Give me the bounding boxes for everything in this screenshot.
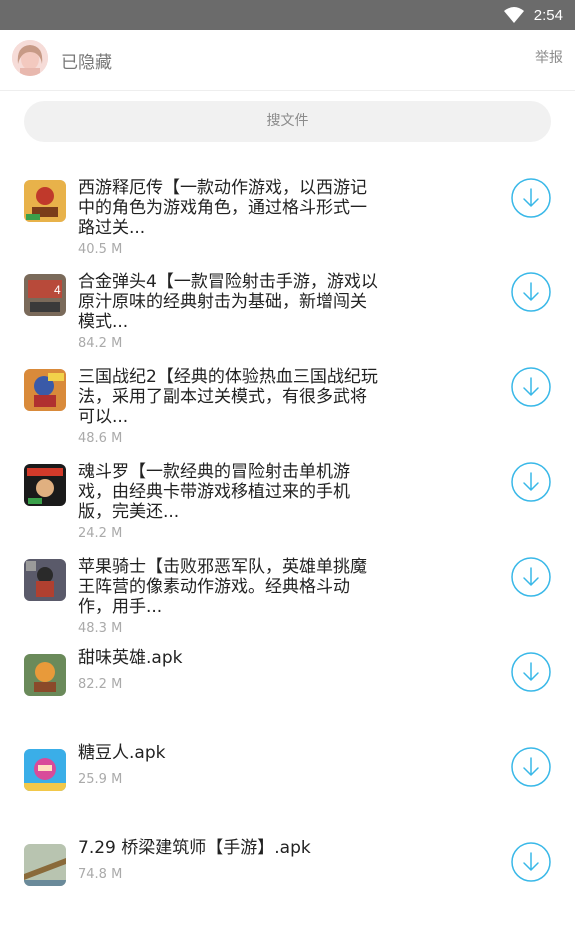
status-time: 2:54	[533, 6, 563, 24]
download-icon	[511, 652, 551, 692]
list-item[interactable]: 苹果骑士【击败邪恶军队，英雄单挑魔王阵营的像素动作游戏。经典格斗动作，用手...…	[0, 557, 575, 649]
download-icon	[511, 462, 551, 502]
download-button[interactable]	[511, 178, 551, 218]
file-title: 合金弹头4【一款冒险射击手游，游戏以原汁原味的经典射击为基础，新增闯关模式...	[78, 272, 378, 332]
list-item[interactable]: 4 合金弹头4【一款冒险射击手游，游戏以原汁原味的经典射击为基础，新增闯关模式.…	[0, 272, 575, 364]
file-size: 82.2 M	[78, 677, 123, 692]
game-thumbnail-icon	[24, 844, 66, 886]
download-button[interactable]	[511, 557, 551, 597]
download-button[interactable]	[511, 367, 551, 407]
svg-text:4: 4	[54, 283, 61, 297]
avatar-image	[12, 40, 48, 76]
download-icon	[511, 367, 551, 407]
game-thumbnail-icon	[24, 749, 66, 791]
download-icon	[511, 842, 551, 882]
file-title: 甜味英雄.apk	[78, 648, 183, 668]
download-button[interactable]	[511, 842, 551, 882]
header: 已隐藏 举报	[0, 30, 575, 91]
file-title: 7.29 桥梁建筑师【手游】.apk	[78, 838, 311, 858]
game-thumbnail-icon: 4	[24, 274, 66, 316]
search-input[interactable]: 搜文件	[24, 101, 551, 142]
status-right: 2:54	[503, 4, 563, 26]
download-button[interactable]	[511, 652, 551, 692]
file-title: 苹果骑士【击败邪恶军队，英雄单挑魔王阵营的像素动作游戏。经典格斗动作，用手...	[78, 557, 367, 617]
file-title: 西游释厄传【一款动作游戏，以西游记中的角色为游戏角色，通过格斗形式一路过关...	[78, 178, 367, 238]
list-item[interactable]: 糖豆人.apk 25.9 M	[0, 743, 575, 839]
list-item[interactable]: 甜味英雄.apk 82.2 M	[0, 648, 575, 744]
game-thumbnail-icon	[24, 464, 66, 506]
username: 已隐藏	[61, 53, 112, 73]
download-icon	[511, 557, 551, 597]
report-button[interactable]: 举报	[535, 47, 563, 67]
file-size: 48.3 M	[78, 621, 123, 636]
avatar[interactable]	[12, 40, 48, 76]
file-size: 84.2 M	[78, 336, 123, 351]
list-item[interactable]: 西游释厄传【一款动作游戏，以西游记中的角色为游戏角色，通过格斗形式一路过关...…	[0, 178, 575, 270]
download-button[interactable]	[511, 272, 551, 312]
game-thumbnail-icon	[24, 654, 66, 696]
file-size: 48.6 M	[78, 431, 123, 446]
download-icon	[511, 747, 551, 787]
wifi-icon	[503, 7, 524, 23]
file-size: 25.9 M	[78, 772, 123, 787]
game-thumbnail-icon	[24, 369, 66, 411]
file-size: 74.8 M	[78, 867, 123, 882]
download-button[interactable]	[511, 747, 551, 787]
game-thumbnail-icon	[24, 559, 66, 601]
download-icon	[511, 272, 551, 312]
list-item[interactable]: 魂斗罗【一款经典的冒险射击单机游戏，由经典卡带游戏移植过来的手机版，完美还...…	[0, 462, 575, 554]
file-title: 魂斗罗【一款经典的冒险射击单机游戏，由经典卡带游戏移植过来的手机版，完美还...	[78, 462, 350, 522]
file-size: 40.5 M	[78, 242, 123, 257]
file-title: 糖豆人.apk	[78, 743, 166, 763]
search-placeholder: 搜文件	[266, 113, 309, 129]
download-button[interactable]	[511, 462, 551, 502]
status-bar: 2:54	[0, 0, 575, 30]
file-title: 三国战纪2【经典的体验热血三国战纪玩法，采用了副本过关模式，有很多武将可以...	[78, 367, 378, 427]
list-item[interactable]: 三国战纪2【经典的体验热血三国战纪玩法，采用了副本过关模式，有很多武将可以...…	[0, 367, 575, 459]
download-icon	[511, 178, 551, 218]
file-size: 24.2 M	[78, 526, 123, 541]
list-item[interactable]: 7.29 桥梁建筑师【手游】.apk 74.8 M	[0, 838, 575, 934]
game-thumbnail-icon	[24, 180, 66, 222]
